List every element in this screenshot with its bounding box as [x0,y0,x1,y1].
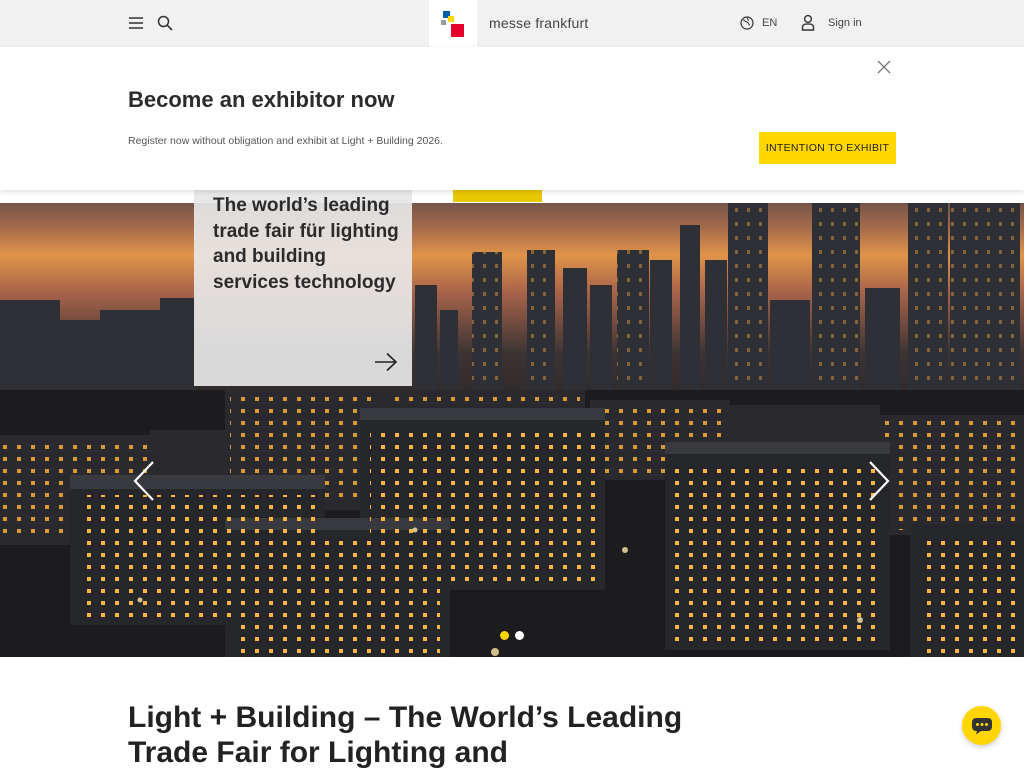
hidden-button-edge [453,190,542,202]
hero-slider: The world’s leading trade fair für light… [0,190,1024,657]
banner-title: Become an exhibitor now [128,87,395,112]
chevron-right-icon [869,461,890,501]
chat-bubble-icon [971,717,992,734]
globe-icon [740,16,754,30]
chat-button[interactable] [962,706,1001,745]
messe-frankfurt-logo[interactable] [429,0,477,47]
banner-text: Register now without obligation and exhi… [128,135,443,147]
page-title: Light + Building – The World’s Leading T… [128,701,683,768]
slider-dots [500,631,524,640]
slider-dot-2[interactable] [515,631,524,640]
city-skyline-image [0,203,1024,657]
language-label: EN [762,17,778,29]
hero-teaser-card[interactable]: The world’s leading trade fair für light… [194,190,412,386]
menu-icon[interactable] [126,13,146,33]
intention-to-exhibit-button[interactable]: INTENTION TO EXHIBIT [759,132,896,164]
slider-next-button[interactable] [866,460,892,502]
sign-in-link[interactable]: Sign in [801,14,862,31]
sign-in-label: Sign in [828,16,862,29]
brand-name: messe frankfurt [489,15,589,31]
chevron-left-icon [133,461,154,501]
top-header: messe frankfurt EN Sign in [0,0,1024,47]
hero-card-title: The world’s leading trade fair für light… [213,195,399,293]
slider-previous-button[interactable] [131,460,157,502]
exhibitor-banner: Become an exhibitor now Register now wit… [0,47,1024,190]
arrow-right-icon[interactable] [374,352,398,372]
close-icon[interactable] [876,59,892,75]
slider-dot-1[interactable] [500,631,509,640]
user-icon [801,14,815,31]
search-icon[interactable] [155,13,175,33]
language-selector[interactable]: EN [740,16,777,30]
